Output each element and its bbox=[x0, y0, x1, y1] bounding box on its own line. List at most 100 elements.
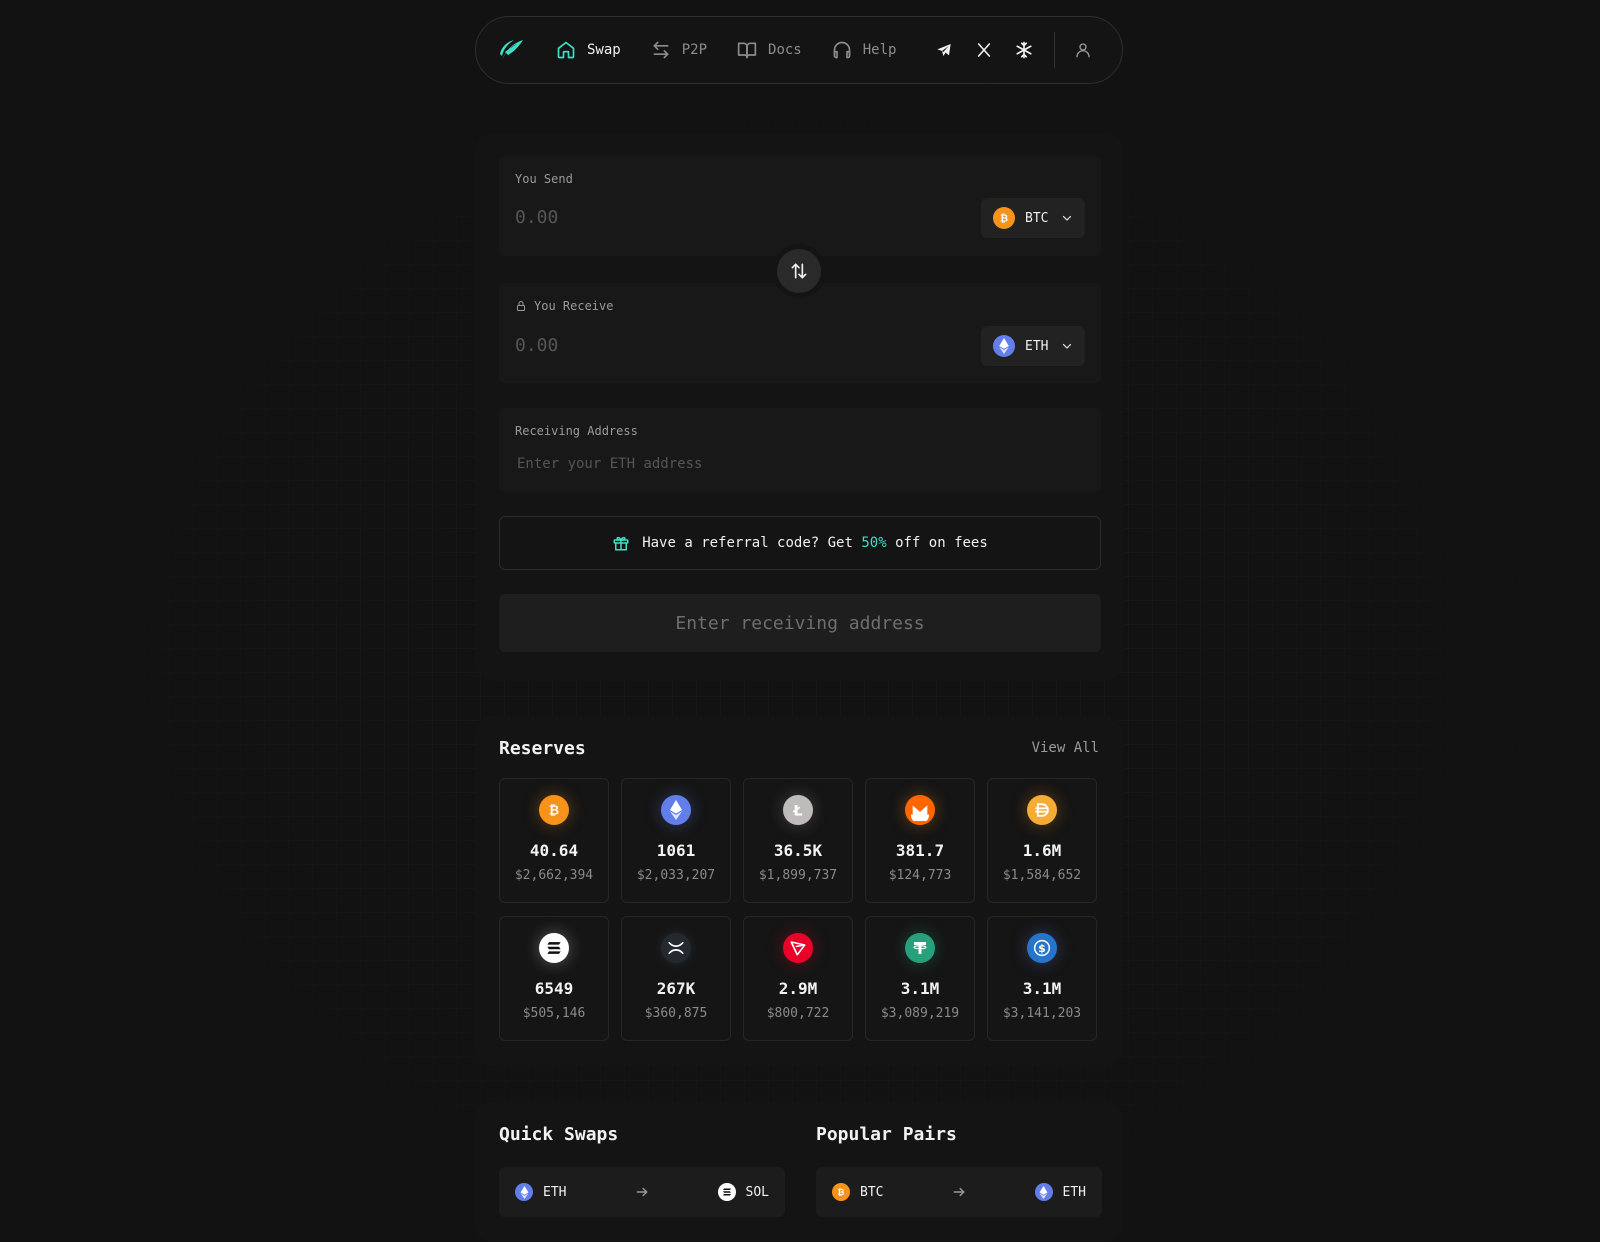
nav-label-swap: Swap bbox=[587, 42, 621, 58]
reserve-tile-btc[interactable]: ₿ 40.64 $2,662,394 bbox=[499, 778, 609, 903]
ethereum-icon bbox=[993, 335, 1015, 357]
chevron-down-icon bbox=[1062, 215, 1072, 221]
popular-pair-row[interactable]: ₿ BTC ETH bbox=[816, 1167, 1102, 1217]
home-icon bbox=[557, 41, 575, 59]
nav-label-help: Help bbox=[862, 42, 897, 58]
reserve-tile-xmr[interactable]: 381.7 $124,773 bbox=[865, 778, 975, 903]
reserve-amount: 2.9M bbox=[778, 979, 818, 998]
nav-item-swap[interactable]: Swap bbox=[556, 40, 621, 60]
user-account-icon[interactable] bbox=[1073, 40, 1093, 60]
reserve-amount: 1.6M bbox=[1022, 841, 1062, 860]
reserve-amount: 3.1M bbox=[1022, 979, 1062, 998]
bitcoin-icon: ₿ bbox=[993, 207, 1015, 229]
book-icon bbox=[737, 42, 757, 59]
send-amount-input[interactable]: 0.00 bbox=[515, 207, 558, 228]
pair-from: ETH bbox=[515, 1183, 566, 1201]
reserve-usd: $1,899,737 bbox=[758, 868, 838, 883]
reserve-tile-usdt[interactable]: 3.1M $3,089,219 bbox=[865, 916, 975, 1041]
pair-from-label: BTC bbox=[860, 1184, 884, 1200]
arrow-right-icon bbox=[953, 1187, 965, 1197]
receive-coin-select[interactable]: ETH bbox=[981, 326, 1085, 366]
quick-swap-row[interactable]: ETH SOL bbox=[499, 1167, 785, 1217]
pair-from: ₿ BTC bbox=[832, 1183, 883, 1201]
pair-to-label: ETH bbox=[1062, 1184, 1086, 1200]
reserve-tile-dai[interactable]: 1.6M $1,584,652 bbox=[987, 778, 1097, 903]
usd-coin-icon: $ bbox=[1027, 933, 1057, 963]
svg-text:$: $ bbox=[1038, 942, 1046, 955]
referral-banner[interactable]: Have a referral code? Get 50% off on fee… bbox=[499, 516, 1101, 570]
reserves-grid: ₿ 40.64 $2,662,394 1061 $2,033,207 Ł 36.… bbox=[499, 778, 1101, 1041]
reserve-amount: 381.7 bbox=[895, 841, 945, 860]
reserve-usd: $124,773 bbox=[888, 868, 952, 883]
litecoin-icon: Ł bbox=[783, 795, 813, 825]
submit-button[interactable]: Enter receiving address bbox=[499, 594, 1101, 652]
reserve-tile-trx[interactable]: 2.9M $800,722 bbox=[743, 916, 853, 1041]
send-label: You Send bbox=[515, 172, 573, 186]
reserves-title: Reserves bbox=[499, 738, 586, 759]
top-nav: Swap P2P Docs Help bbox=[475, 16, 1123, 84]
dai-icon bbox=[1027, 795, 1057, 825]
nav-item-help[interactable]: Help bbox=[832, 40, 897, 60]
solana-icon bbox=[717, 1183, 736, 1201]
gift-icon bbox=[613, 536, 629, 551]
nav-item-docs[interactable]: Docs bbox=[737, 40, 802, 60]
send-field: You Send 0.00 ₿ BTC bbox=[499, 156, 1101, 256]
swap-direction-ring bbox=[772, 244, 826, 298]
view-all-link[interactable]: View All bbox=[1032, 740, 1099, 756]
svg-text:Ł: Ł bbox=[792, 803, 802, 819]
referral-highlight: 50% bbox=[861, 535, 887, 551]
bitcoin-icon: ₿ bbox=[832, 1183, 850, 1201]
reserve-usd: $1,584,652 bbox=[1002, 868, 1082, 883]
reserve-usd: $3,089,219 bbox=[880, 1006, 960, 1021]
receive-coin-label: ETH bbox=[1025, 338, 1049, 354]
reserve-usd: $505,146 bbox=[522, 1006, 586, 1021]
receive-label: You Receive bbox=[534, 299, 614, 313]
reserve-tile-sol[interactable]: 6549 $505,146 bbox=[499, 916, 609, 1041]
ethereum-icon bbox=[1034, 1183, 1053, 1201]
nav-item-p2p[interactable]: P2P bbox=[651, 40, 707, 60]
svg-text:₿: ₿ bbox=[838, 1187, 845, 1198]
popular-pairs-title: Popular Pairs bbox=[816, 1124, 957, 1145]
pair-to: SOL bbox=[717, 1183, 769, 1201]
xrp-icon bbox=[661, 933, 691, 963]
svg-text:₿: ₿ bbox=[549, 804, 559, 819]
reserve-amount: 6549 bbox=[534, 979, 574, 998]
receive-amount: 0.00 bbox=[515, 335, 559, 356]
reserve-amount: 40.64 bbox=[529, 841, 579, 860]
x-icon[interactable] bbox=[974, 40, 994, 60]
logo-icon[interactable] bbox=[496, 34, 528, 66]
reserve-tile-usdc[interactable]: $ 3.1M $3,141,203 bbox=[987, 916, 1097, 1041]
arrows-exchange-icon bbox=[653, 41, 669, 59]
reserve-tile-ltc[interactable]: Ł 36.5K $1,899,737 bbox=[743, 778, 853, 903]
referral-text: Have a referral code? Get 50% off on fee… bbox=[642, 535, 988, 551]
bitcoin-icon: ₿ bbox=[539, 795, 569, 825]
referral-suffix: off on fees bbox=[895, 535, 988, 551]
nav-divider bbox=[1054, 32, 1056, 68]
reserves-card: Reserves View All ₿ 40.64 $2,662,394 106… bbox=[475, 716, 1123, 1066]
reserve-tile-eth[interactable]: 1061 $2,033,207 bbox=[621, 778, 731, 903]
snowflake-icon[interactable] bbox=[1014, 40, 1034, 60]
reserve-tile-xrp[interactable]: 267K $360,875 bbox=[621, 916, 731, 1041]
ethereum-icon bbox=[661, 795, 691, 825]
arrow-right-icon bbox=[636, 1187, 648, 1197]
telegram-icon[interactable] bbox=[934, 40, 954, 60]
reserve-usd: $800,722 bbox=[766, 1006, 830, 1021]
nav-label-p2p: P2P bbox=[681, 42, 708, 58]
monero-icon bbox=[905, 795, 935, 825]
solana-icon bbox=[539, 933, 569, 963]
pair-to-label: SOL bbox=[745, 1184, 769, 1200]
reserve-usd: $360,875 bbox=[644, 1006, 708, 1021]
swap-direction-button[interactable] bbox=[777, 249, 821, 293]
nav-label-docs: Docs bbox=[768, 42, 802, 58]
tron-icon bbox=[783, 933, 813, 963]
send-coin-label: BTC bbox=[1025, 210, 1049, 226]
pair-from-label: ETH bbox=[543, 1184, 567, 1200]
address-input[interactable] bbox=[515, 450, 1079, 478]
receive-field: You Receive 0.00 ETH bbox=[499, 283, 1101, 383]
address-label: Receiving Address bbox=[515, 424, 638, 438]
reserve-amount: 3.1M bbox=[900, 979, 940, 998]
receive-label-wrap: You Receive bbox=[515, 299, 613, 313]
send-coin-select[interactable]: ₿ BTC bbox=[981, 198, 1085, 238]
quick-swaps-card: Quick Swaps Popular Pairs ETH SOL ₿ BTC bbox=[475, 1102, 1123, 1242]
reserve-amount: 36.5K bbox=[773, 841, 823, 860]
